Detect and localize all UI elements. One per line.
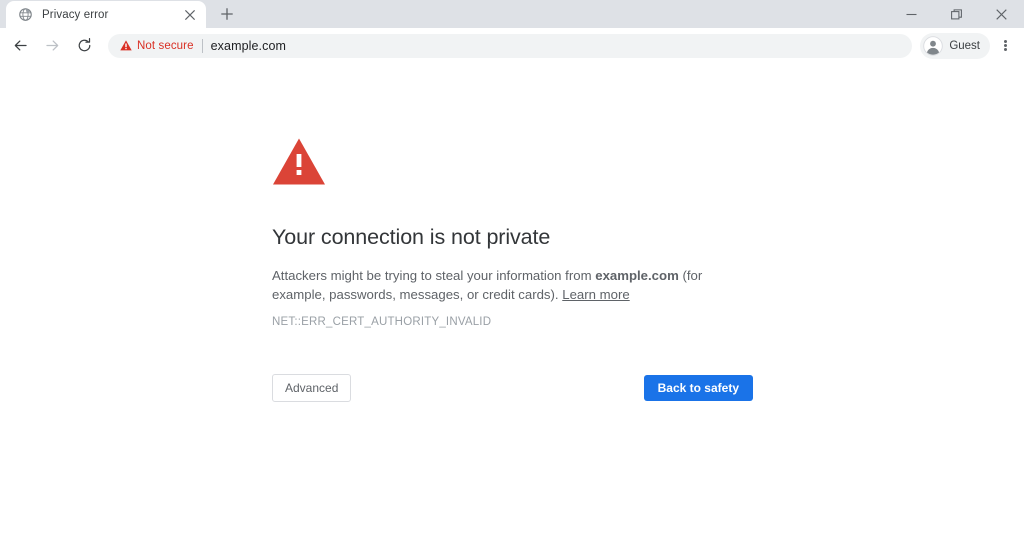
chrome-menu-button[interactable] [992,32,1018,60]
maximize-restore-icon[interactable] [934,0,979,28]
error-code: NET::ERR_CERT_AUTHORITY_INVALID [272,315,492,328]
minimize-icon[interactable] [889,0,934,28]
menu-dot [1003,48,1007,52]
globe-icon [17,7,33,23]
back-to-safety-button[interactable]: Back to safety [643,374,753,401]
browser-window: Privacy error Not secure example.com Gue… [0,0,1024,543]
page-title: Your connection is not private [272,225,551,249]
tab-strip: Privacy error [0,0,1024,28]
explanation-part1: Attackers might be trying to steal your … [272,267,596,283]
menu-dot [1003,44,1007,47]
ssl-interstitial: Your connection is not private Attackers… [272,137,872,402]
menu-dot [1003,39,1007,43]
close-icon[interactable] [182,7,198,23]
domain-name: example.com [595,267,679,283]
warning-triangle-icon [272,137,326,186]
action-button-row: Advanced Back to safety [272,373,753,402]
security-status-text: Not secure [137,39,194,52]
tab-title: Privacy error [42,8,109,21]
advanced-button[interactable]: Advanced [272,373,352,402]
warning-triangle-icon [120,40,132,51]
profile-label: Guest [949,39,980,52]
forward-button[interactable] [38,32,66,60]
window-controls [889,0,1024,28]
omnibox-separator [201,38,203,53]
new-tab-button[interactable] [213,0,241,28]
back-button[interactable] [6,32,34,60]
browser-tab[interactable]: Privacy error [6,1,206,28]
address-bar[interactable]: Not secure example.com [108,33,913,58]
url-text: example.com [210,38,287,53]
page-viewport: Your connection is not private Attackers… [0,64,1024,543]
close-window-icon[interactable] [979,0,1024,28]
person-avatar-icon [923,35,944,56]
profile-button[interactable]: Guest [920,32,990,59]
browser-toolbar: Not secure example.com Guest [0,28,1024,64]
reload-button[interactable] [70,32,98,60]
explanation-text: Attackers might be trying to steal your … [272,266,732,305]
learn-more-link[interactable]: Learn more [562,287,629,302]
